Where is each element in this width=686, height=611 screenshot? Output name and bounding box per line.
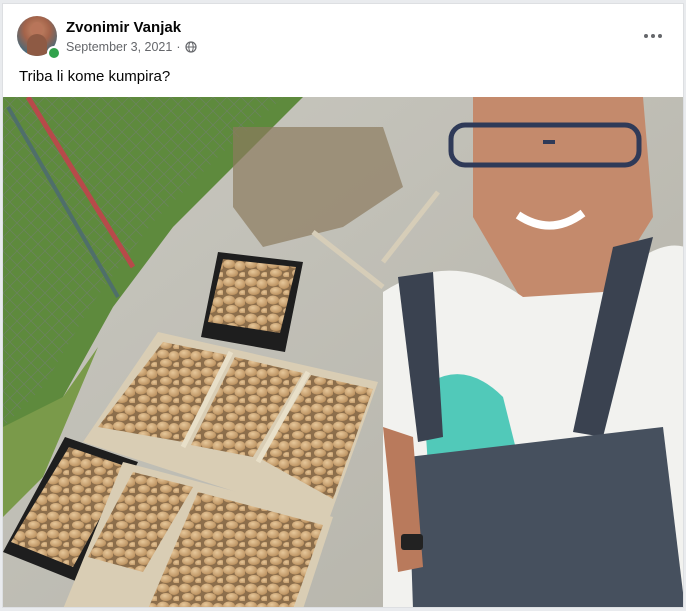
author-name[interactable]: Zvonimir Vanjak — [66, 19, 181, 36]
post-card: Zvonimir Vanjak September 3, 2021 · Trib… — [2, 3, 684, 608]
online-status-dot — [47, 46, 61, 60]
more-options-icon[interactable] — [639, 24, 667, 48]
post-text: Triba li kome kumpira? — [19, 68, 171, 85]
post-header: Zvonimir Vanjak September 3, 2021 · — [3, 4, 683, 64]
post-date[interactable]: September 3, 2021 — [66, 40, 172, 54]
globe-icon[interactable] — [184, 41, 197, 53]
meta-separator: · — [176, 40, 181, 54]
post-photo[interactable] — [3, 97, 684, 608]
photo-person-overalls — [408, 427, 683, 607]
post-meta: September 3, 2021 · — [66, 40, 197, 54]
avatar-body — [27, 34, 47, 56]
